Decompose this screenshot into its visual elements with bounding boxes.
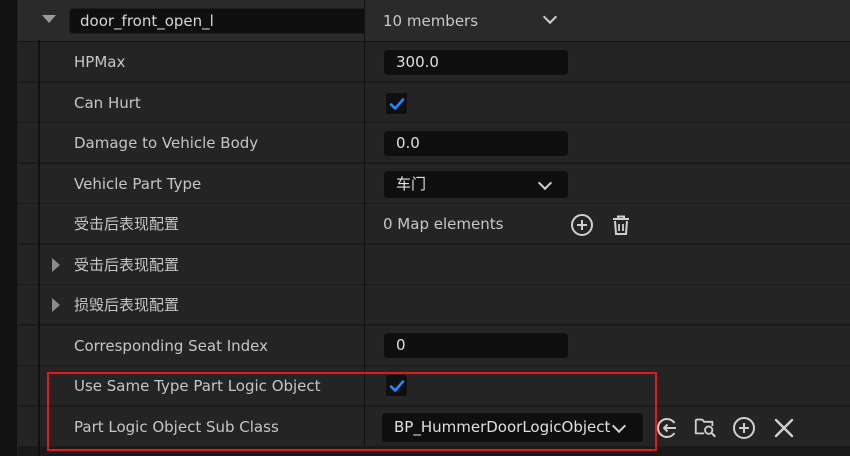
property-row-part-type: Vehicle Part Type 车门 <box>0 164 850 204</box>
chevron-down-icon[interactable] <box>542 9 558 25</box>
part-type-dropdown[interactable]: 车门 <box>383 170 569 199</box>
close-icon[interactable] <box>772 416 796 440</box>
element-name-input[interactable]: door_front_open_l <box>69 8 375 34</box>
chevron-down-icon <box>537 175 553 191</box>
members-count-label: 10 members <box>383 12 479 30</box>
folder-search-icon[interactable] <box>693 414 717 438</box>
property-label: Damage to Vehicle Body <box>74 134 259 152</box>
arrow-left-circle-icon[interactable] <box>655 416 679 440</box>
map-elements-count: 0 Map elements <box>383 215 504 233</box>
struct-header-row: door_front_open_l 10 members <box>0 0 850 42</box>
property-label: Corresponding Seat Index <box>74 337 269 355</box>
add-circle-icon[interactable] <box>732 416 756 440</box>
property-row-can-hurt: Can Hurt <box>0 83 850 123</box>
property-label: Vehicle Part Type <box>74 175 202 193</box>
property-row-hit-config-map: 受击后表现配置 0 Map elements <box>0 204 850 244</box>
property-label: Can Hurt <box>74 94 141 112</box>
property-label: 受击后表现配置 <box>74 256 180 274</box>
add-circle-icon[interactable] <box>570 213 594 237</box>
seat-index-input[interactable]: 0 <box>383 332 569 359</box>
property-row-seat-index: Corresponding Seat Index 0 <box>0 326 850 366</box>
property-label: 损毁后表现配置 <box>74 296 180 314</box>
property-label: 受击后表现配置 <box>74 215 180 233</box>
trash-icon[interactable] <box>609 213 633 237</box>
highlight-annotation-box <box>47 372 657 451</box>
header-name-cell: door_front_open_l <box>18 0 375 42</box>
property-row-hit-config: 受击后表现配置 <box>0 245 850 285</box>
can-hurt-checkbox[interactable] <box>385 92 408 115</box>
property-row-destroy-config: 损毁后表现配置 <box>0 285 850 325</box>
property-row-hpmax: HPMax 300.0 <box>0 42 850 82</box>
property-row-damage: Damage to Vehicle Body 0.0 <box>0 123 850 163</box>
property-label: HPMax <box>74 53 126 71</box>
collapse-arrow-icon[interactable] <box>42 15 56 23</box>
checkmark-icon <box>389 98 405 110</box>
header-value-cell: 10 members <box>365 0 850 42</box>
expand-arrow-icon[interactable] <box>52 258 60 272</box>
dropdown-value: 车门 <box>396 175 427 193</box>
details-panel: door_front_open_l 10 members HPMax 300.0… <box>0 0 850 456</box>
hpmax-input[interactable]: 300.0 <box>383 49 569 76</box>
expand-arrow-icon[interactable] <box>52 298 60 312</box>
damage-input[interactable]: 0.0 <box>383 130 569 157</box>
